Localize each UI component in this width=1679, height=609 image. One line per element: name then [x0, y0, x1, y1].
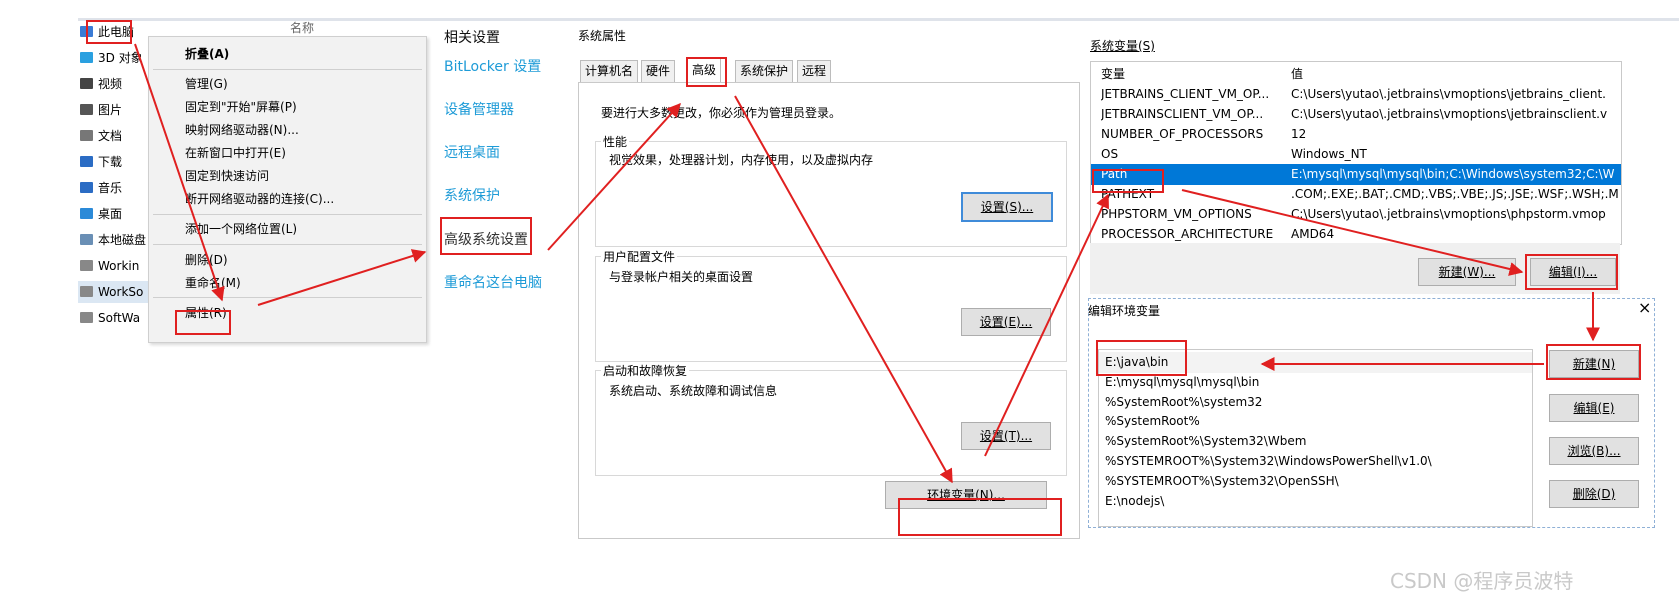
arrow-2	[257, 249, 427, 306]
arrow-5	[984, 193, 1109, 457]
step-arrows	[134, 43, 1600, 484]
arrow-3	[547, 102, 681, 251]
arrow-4	[734, 95, 953, 484]
watermark: CSDN @程序员波特	[1390, 569, 1574, 593]
arrow-6	[1181, 189, 1524, 276]
arrow-1	[134, 43, 225, 302]
